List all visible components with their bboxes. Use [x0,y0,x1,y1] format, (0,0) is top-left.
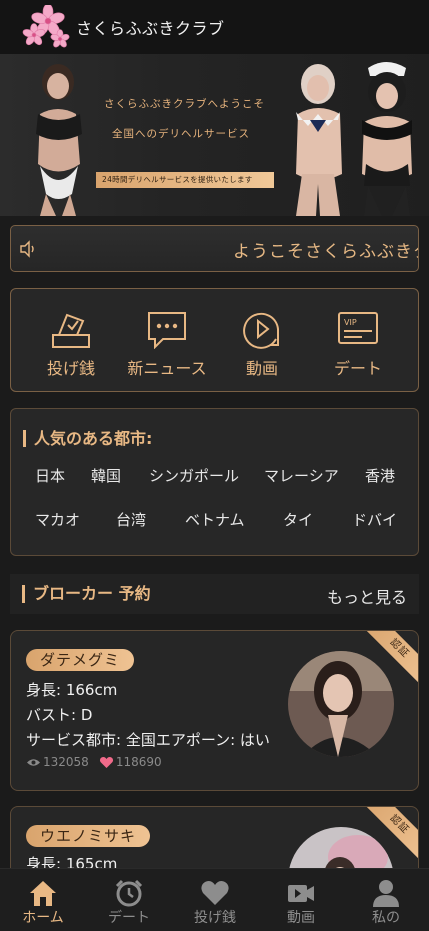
profile-service: サービス都市: 全国エアポーン: はい [26,731,270,749]
city-link[interactable]: ベトナム [185,509,245,530]
tab-date[interactable]: デート [86,869,172,931]
menu-item-date[interactable]: VIP デート [308,289,408,393]
city-link[interactable]: 香港 [365,465,395,486]
like-count: 118690 [115,755,162,769]
tab-label: 私の [372,910,400,926]
city-link[interactable]: シンガポール [149,465,239,486]
city-link[interactable]: 韓国 [91,465,121,486]
profile-photo [288,651,394,757]
view-count: 132058 [43,755,89,769]
menu-item-video[interactable]: 動画 [212,289,312,393]
play-circle-icon [243,312,279,349]
tab-tipping[interactable]: 投げ銭 [172,869,258,931]
video-camera-icon [288,885,314,902]
bottom-tab-bar: ホーム デート 投げ銭 動画 私の [0,868,429,931]
tab-video[interactable]: 動画 [258,869,344,931]
marquee-text: ようこそさくらふぶきクラブへ [233,242,418,262]
section-title: ブローカー 予約 [22,585,151,603]
city-link[interactable]: 台湾 [116,509,146,530]
tab-label: デート [108,910,150,926]
city-link[interactable]: 日本 [35,465,65,486]
menu-item-news[interactable]: 新ニュース [117,289,217,393]
sakura-logo-icon [22,5,70,48]
svg-text:VIP: VIP [344,318,357,327]
city-link[interactable]: マカオ [35,509,80,530]
heart-icon [201,881,229,905]
profile-stats: 132058 118690 [26,755,162,769]
user-icon [373,880,399,907]
banner-headline: さくらふぶきクラブへようこそ [104,98,265,110]
menu-item-label: デート [333,359,382,378]
popular-cities-title: 人気のある都市: [23,430,152,447]
city-link[interactable]: タイ [283,509,313,530]
menu-item-tipping[interactable]: 投げ銭 [21,289,121,393]
broker-section-header: ブローカー 予約 もっと見る [10,574,419,614]
popular-cities-panel: 人気のある都市: 日本 韓国 シンガポール マレーシア 香港 マカオ 台湾 ベト… [10,408,419,556]
app-header: さくらふぶきクラブ [0,0,429,54]
eye-icon [27,758,40,766]
tab-home[interactable]: ホーム [0,869,86,931]
heart-icon [99,756,113,768]
tab-profile[interactable]: 私の [343,869,429,931]
menu-item-label: 動画 [245,359,278,378]
menu-item-label: 投げ銭 [46,359,95,378]
tab-label: ホーム [22,910,64,926]
profile-height: 身長: 166cm [26,681,118,699]
home-icon [30,881,56,906]
vote-box-icon [52,313,90,348]
chat-bubble-icon [148,312,186,349]
alarm-clock-icon [115,879,143,907]
profile-bust: バスト: D [26,706,93,724]
menu-item-label: 新ニュース [127,359,207,378]
see-more-link[interactable]: もっと見る [327,584,407,608]
quick-menu: 投げ銭 新ニュース 動画 VIP デート [10,288,419,392]
vip-card-icon: VIP [338,312,378,344]
tab-label: 投げ銭 [194,910,236,926]
banner-model-left-image [36,64,82,216]
app-title: さくらふぶきクラブ [76,19,225,38]
banner-model-right-image [362,62,412,216]
announcement-marquee: ようこそさくらふぶきクラブへ [10,225,419,272]
profile-name: ダテメグミ [26,649,135,671]
profile-name: ウエノミサキ [26,825,151,847]
tab-label: 動画 [287,910,315,926]
profile-card[interactable]: ダテメグミ 身長: 166cm バスト: D サービス都市: 全国エアポーン: … [10,630,419,791]
banner-service-pill: 24時間デリヘルサービスを提供いたします [96,172,274,188]
banner-subline: 全国へのデリヘルサービス [112,128,250,140]
speaker-icon [20,240,34,258]
promo-banner[interactable]: さくらふぶきクラブへようこそ 全国へのデリヘルサービス 24時間デリヘルサービス… [0,54,429,216]
city-link[interactable]: マレーシア [264,465,339,486]
city-link[interactable]: ドバイ [352,509,397,530]
